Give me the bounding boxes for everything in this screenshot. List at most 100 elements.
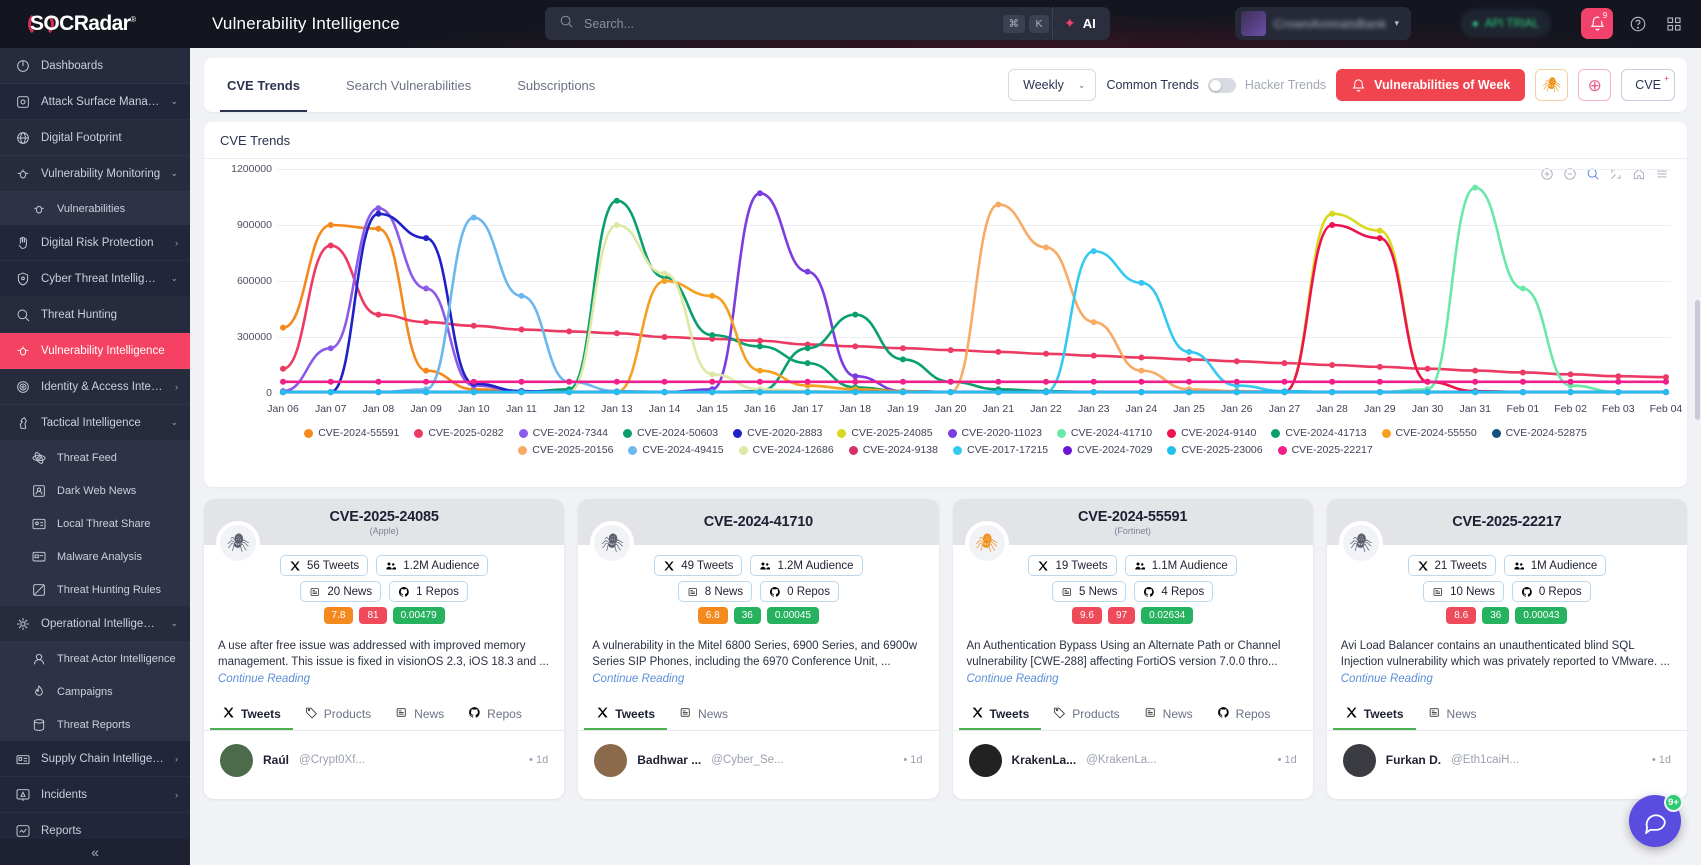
period-select[interactable]: Weekly ⌄ bbox=[1008, 69, 1097, 101]
tweets-stat[interactable]: 49 Tweets bbox=[654, 555, 743, 576]
legend-item[interactable]: CVE-2024-9140 bbox=[1167, 427, 1256, 439]
card-tab-tweets[interactable]: Tweets bbox=[958, 699, 1042, 730]
cve-button[interactable]: CVE + bbox=[1621, 69, 1675, 101]
audience-stat[interactable]: 1M Audience bbox=[1503, 555, 1607, 576]
news-stat[interactable]: 20 News bbox=[300, 581, 382, 602]
tweets-stat[interactable]: 21 Tweets bbox=[1407, 555, 1496, 576]
add-button[interactable]: ⊕ bbox=[1578, 69, 1612, 101]
card-tab-tweets[interactable]: Tweets bbox=[1332, 699, 1416, 730]
sidebar-item-digital-risk-protection[interactable]: Digital Risk Protection › bbox=[0, 225, 190, 261]
legend-item[interactable]: CVE-2025-20156 bbox=[518, 444, 613, 456]
vulnerabilities-of-week-button[interactable]: Vulnerabilities of Week bbox=[1336, 69, 1526, 101]
legend-item[interactable]: CVE-2024-55591 bbox=[304, 427, 399, 439]
tweets-stat[interactable]: 19 Tweets bbox=[1028, 555, 1117, 576]
legend-item[interactable]: CVE-2024-41710 bbox=[1056, 427, 1152, 439]
card-tab-repos[interactable]: Repos bbox=[456, 699, 534, 730]
legend-item[interactable]: CVE-2017-17215 bbox=[953, 444, 1048, 456]
sidebar-item-campaigns[interactable]: Campaigns bbox=[0, 675, 190, 708]
sidebar-item-threat-reports[interactable]: Threat Reports bbox=[0, 708, 190, 741]
card-tab-news[interactable]: News bbox=[1132, 699, 1205, 730]
sidebar-item-identity-access-intelligence[interactable]: Identity & Access Intelligence › bbox=[0, 369, 190, 405]
global-search[interactable]: ⌘ K bbox=[545, 7, 1055, 40]
card-tab-repos[interactable]: Repos bbox=[1205, 699, 1283, 730]
sidebar-item-operational-intelligence[interactable]: Operational Intelligence ⌄ bbox=[0, 606, 190, 642]
legend-item[interactable]: CVE-2020-2883 bbox=[733, 427, 822, 439]
sidebar-item-malware-analysis[interactable]: Malware Analysis bbox=[0, 540, 190, 573]
tweet-row[interactable]: KrakenLa... @KrakenLa... • 1d bbox=[953, 731, 1313, 790]
sidebar-item-local-threat-share[interactable]: Local Threat Share bbox=[0, 507, 190, 540]
legend-item[interactable]: CVE-2024-55550 bbox=[1381, 427, 1477, 439]
tweet-row[interactable]: Furkan D. @Eth1caiH... • 1d bbox=[1327, 731, 1687, 790]
card-tab-tweets[interactable]: Tweets bbox=[584, 699, 667, 730]
bug-filter-button[interactable]: 🕷 bbox=[1535, 69, 1569, 101]
sidebar-item-cyber-threat-intelligence[interactable]: Cyber Threat Intelligence ⌄ bbox=[0, 261, 190, 297]
tab-cve-trends[interactable]: CVE Trends bbox=[204, 58, 323, 112]
legend-item[interactable]: CVE-2025-24085 bbox=[837, 427, 933, 439]
page-scrollbar[interactable] bbox=[1695, 300, 1700, 420]
card-tab-news[interactable]: News bbox=[383, 699, 456, 730]
sidebar-item-threat-hunting[interactable]: Threat Hunting bbox=[0, 297, 190, 333]
legend-item[interactable]: CVE-2024-9138 bbox=[848, 444, 938, 456]
card-tab-products[interactable]: Products bbox=[293, 699, 383, 730]
card-tab-news[interactable]: News bbox=[1416, 699, 1489, 730]
trend-toggle-group[interactable]: Common Trends Hacker Trends bbox=[1106, 77, 1326, 93]
sidebar-collapse-button[interactable]: « bbox=[0, 839, 190, 865]
status-badge[interactable]: ● API TRIAL bbox=[1459, 9, 1551, 38]
sidebar-item-digital-footprint[interactable]: Digital Footprint bbox=[0, 120, 190, 156]
tweet-row[interactable]: Badhwar ... @Cyber_Se... • 1d bbox=[578, 731, 938, 790]
tweets-stat[interactable]: 56 Tweets bbox=[279, 555, 369, 576]
sidebar-item-tactical-intelligence[interactable]: Tactical Intelligence ⌄ bbox=[0, 405, 190, 441]
ai-button[interactable]: ✦ AI bbox=[1052, 7, 1110, 40]
continue-reading-link[interactable]: Continue Reading bbox=[1341, 673, 1433, 685]
audience-stat[interactable]: 1.1M Audience bbox=[1124, 555, 1237, 576]
continue-reading-link[interactable]: Continue Reading bbox=[592, 673, 684, 685]
chat-button[interactable]: 9+ bbox=[1629, 793, 1683, 847]
sidebar-item-supply-chain-intelligence[interactable]: Supply Chain Intelligence › bbox=[0, 741, 190, 777]
legend-item[interactable]: CVE-2024-52875 bbox=[1491, 427, 1587, 439]
sidebar-item-threat-actor-intelligence[interactable]: Threat Actor Intelligence bbox=[0, 642, 190, 675]
account-menu[interactable]: CrownAnimalsBank ▾ bbox=[1234, 7, 1411, 40]
audience-stat[interactable]: 1.2M Audience bbox=[750, 555, 863, 576]
tab-subscriptions[interactable]: Subscriptions bbox=[494, 58, 618, 112]
apps-grid-button[interactable] bbox=[1659, 10, 1689, 38]
sidebar-item-dark-web-news[interactable]: Dark Web News bbox=[0, 474, 190, 507]
legend-item[interactable]: CVE-2025-0282 bbox=[414, 427, 504, 439]
trends-toggle-switch[interactable] bbox=[1207, 77, 1236, 93]
sidebar-item-vulnerabilities[interactable]: Vulnerabilities bbox=[0, 192, 190, 225]
sidebar-item-dashboards[interactable]: Dashboards bbox=[0, 48, 190, 84]
sidebar-item-vulnerability-intelligence[interactable]: Vulnerability Intelligence bbox=[0, 333, 190, 369]
legend-item[interactable]: CVE-2024-12686 bbox=[738, 444, 834, 456]
help-button[interactable] bbox=[1623, 10, 1653, 38]
tab-search-vulnerabilities[interactable]: Search Vulnerabilities bbox=[323, 58, 494, 112]
card-tab-news[interactable]: News bbox=[667, 699, 740, 730]
news-stat[interactable]: 5 News bbox=[1052, 581, 1127, 602]
legend-item[interactable]: CVE-2024-50603 bbox=[622, 427, 718, 439]
sidebar-item-incidents[interactable]: Incidents › bbox=[0, 777, 190, 813]
legend-item[interactable]: CVE-2024-7344 bbox=[518, 427, 608, 439]
repos-stat[interactable]: 0 Repos bbox=[760, 581, 839, 602]
notifications-button[interactable]: 9 bbox=[1581, 8, 1613, 39]
legend-item[interactable]: CVE-2025-22217 bbox=[1277, 444, 1373, 456]
audience-stat[interactable]: 1.2M Audience bbox=[376, 555, 489, 576]
sidebar-item-vulnerability-monitoring[interactable]: Vulnerability Monitoring ⌄ bbox=[0, 156, 190, 192]
search-input[interactable] bbox=[584, 16, 999, 31]
news-stat[interactable]: 10 News bbox=[1423, 581, 1504, 602]
sidebar-item-threat-feed[interactable]: Threat Feed bbox=[0, 441, 190, 474]
sidebar-item-threat-hunting-rules[interactable]: Threat Hunting Rules bbox=[0, 573, 190, 606]
tweet-row[interactable]: Raúl @Crypt0Xf... • 1d bbox=[204, 731, 564, 790]
legend-item[interactable]: CVE-2024-7029 bbox=[1063, 444, 1152, 456]
legend-item[interactable]: CVE-2024-49415 bbox=[628, 444, 724, 456]
sidebar-item-attack-surface-management[interactable]: Attack Surface Management ⌄ bbox=[0, 84, 190, 120]
sidebar-logo[interactable]: SOCRadar® bbox=[0, 0, 190, 48]
card-tab-products[interactable]: Products bbox=[1041, 699, 1131, 730]
repos-stat[interactable]: 4 Repos bbox=[1134, 581, 1214, 602]
news-stat[interactable]: 8 News bbox=[677, 581, 753, 602]
repos-stat[interactable]: 1 Repos bbox=[389, 581, 468, 602]
legend-item[interactable]: CVE-2024-41713 bbox=[1271, 427, 1367, 439]
legend-item[interactable]: CVE-2020-11023 bbox=[947, 427, 1042, 439]
continue-reading-link[interactable]: Continue Reading bbox=[967, 673, 1059, 685]
legend-item[interactable]: CVE-2025-23006 bbox=[1167, 444, 1263, 456]
continue-reading-link[interactable]: Continue Reading bbox=[218, 673, 310, 685]
repos-stat[interactable]: 0 Repos bbox=[1511, 581, 1591, 602]
card-tab-tweets[interactable]: Tweets bbox=[210, 699, 293, 730]
